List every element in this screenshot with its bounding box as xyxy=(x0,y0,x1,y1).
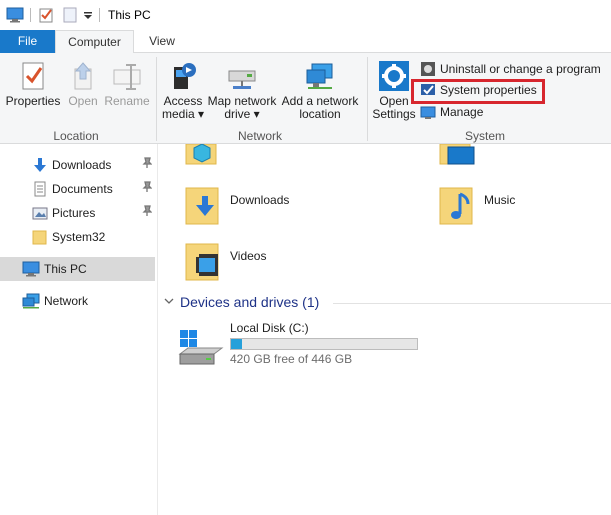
manage-icon xyxy=(420,106,436,119)
settings-gear-icon xyxy=(379,61,409,91)
manage-label: Manage xyxy=(440,105,484,119)
drive-usage-fill xyxy=(231,339,242,349)
uninstall-label: Uninstall or change a program xyxy=(440,62,601,76)
folder-icon xyxy=(32,230,47,245)
rename-button[interactable]: Rename xyxy=(104,61,150,108)
computer-icon xyxy=(6,7,24,23)
map-network-label2: drive ▾ xyxy=(224,107,260,121)
nav-label-downloads: Downloads xyxy=(52,158,112,172)
pin-icon[interactable] xyxy=(142,157,152,169)
nav-label-pictures: Pictures xyxy=(52,206,96,220)
rename-icon xyxy=(113,64,141,90)
location-group-label: Location xyxy=(53,129,99,143)
folder-videos[interactable]: Videos xyxy=(184,242,384,286)
drive-usage-bar xyxy=(230,338,418,350)
nav-item-documents[interactable]: Documents xyxy=(0,177,155,201)
devices-section-header[interactable]: Devices and drives (1) xyxy=(180,294,319,310)
folder-music[interactable]: Music xyxy=(438,186,598,230)
group-separator xyxy=(367,57,368,141)
access-media-button[interactable]: Access media ▾ xyxy=(161,61,205,121)
add-network-label2: location xyxy=(299,107,341,121)
open-settings-label: Open xyxy=(379,94,409,108)
videos-folder-icon xyxy=(185,243,219,281)
media-icon xyxy=(174,63,196,89)
open-settings-label2: Settings xyxy=(372,107,416,121)
download-arrow-icon xyxy=(34,158,46,172)
pin-icon[interactable] xyxy=(142,205,152,217)
map-network-drive-button[interactable]: Map network drive ▾ xyxy=(205,61,279,121)
collapse-chevron-icon[interactable] xyxy=(164,298,174,306)
open-icon xyxy=(74,62,92,90)
nav-label-this-pc: This PC xyxy=(44,262,87,276)
drive-free-space: 420 GB free of 446 GB xyxy=(230,352,353,366)
network-drive-icon xyxy=(228,70,256,89)
map-network-label: Map network xyxy=(207,94,277,108)
qa-separator xyxy=(99,8,100,22)
nav-label-system32: System32 xyxy=(52,230,106,244)
tab-file[interactable]: File xyxy=(0,30,55,53)
add-network-location-button[interactable]: Add a network location xyxy=(280,61,360,121)
tab-computer[interactable]: Computer xyxy=(55,30,134,54)
open-label: Open xyxy=(68,94,98,108)
nav-label-network: Network xyxy=(44,294,89,308)
section-divider xyxy=(333,303,611,304)
network-icon xyxy=(22,293,40,309)
downloads-folder-icon xyxy=(185,187,219,225)
content-pane: Downloads Music Videos Devices and drive… xyxy=(158,144,611,515)
uninstall-icon xyxy=(421,62,435,76)
properties-button[interactable]: Properties xyxy=(4,61,62,108)
folder-downloads[interactable]: Downloads xyxy=(184,186,384,230)
tab-view[interactable]: View xyxy=(138,30,186,54)
new-folder-qa-icon[interactable] xyxy=(62,7,78,23)
nav-item-pictures[interactable]: Pictures xyxy=(0,201,155,225)
3d-objects-folder-icon[interactable] xyxy=(184,144,220,172)
rename-label: Rename xyxy=(104,94,150,108)
folder-label-downloads: Downloads xyxy=(230,193,290,207)
access-media-label: Access xyxy=(163,94,203,108)
ribbon-tabs: File Computer View xyxy=(0,30,611,54)
system-properties-highlight xyxy=(411,79,545,104)
drive-name: Local Disk (C:) xyxy=(230,321,309,335)
pin-icon[interactable] xyxy=(142,181,152,193)
desktop-folder-icon[interactable] xyxy=(438,144,478,170)
properties-qa-icon[interactable] xyxy=(38,7,54,23)
nav-item-this-pc[interactable]: This PC xyxy=(0,257,155,281)
qa-dropdown-icon[interactable] xyxy=(83,7,93,23)
group-separator xyxy=(156,57,157,141)
qa-separator xyxy=(30,8,31,22)
computer-icon xyxy=(22,261,40,277)
nav-item-downloads[interactable]: Downloads xyxy=(0,153,155,177)
nav-item-system32[interactable]: System32 xyxy=(0,225,155,249)
title-bar: This PC xyxy=(0,0,611,30)
navigation-pane: Downloads Documents Pictures System32 Th… xyxy=(0,144,158,515)
documents-icon xyxy=(34,181,46,197)
window-title: This PC xyxy=(108,8,151,22)
open-button[interactable]: Open xyxy=(64,61,102,108)
folder-label-videos: Videos xyxy=(230,249,267,263)
network-location-icon xyxy=(306,63,333,89)
system-group-label: System xyxy=(464,129,505,143)
pictures-icon xyxy=(32,207,48,220)
add-network-label: Add a network xyxy=(281,94,359,108)
drive-icon xyxy=(178,330,224,365)
properties-label: Properties xyxy=(5,94,61,108)
folder-label-music: Music xyxy=(484,193,516,207)
nav-item-network[interactable]: Network xyxy=(0,289,155,313)
properties-icon xyxy=(22,62,44,90)
network-group-label: Network xyxy=(237,129,282,143)
access-media-label2: media ▾ xyxy=(161,107,205,121)
music-folder-icon xyxy=(439,187,473,225)
nav-label-documents: Documents xyxy=(52,182,113,196)
